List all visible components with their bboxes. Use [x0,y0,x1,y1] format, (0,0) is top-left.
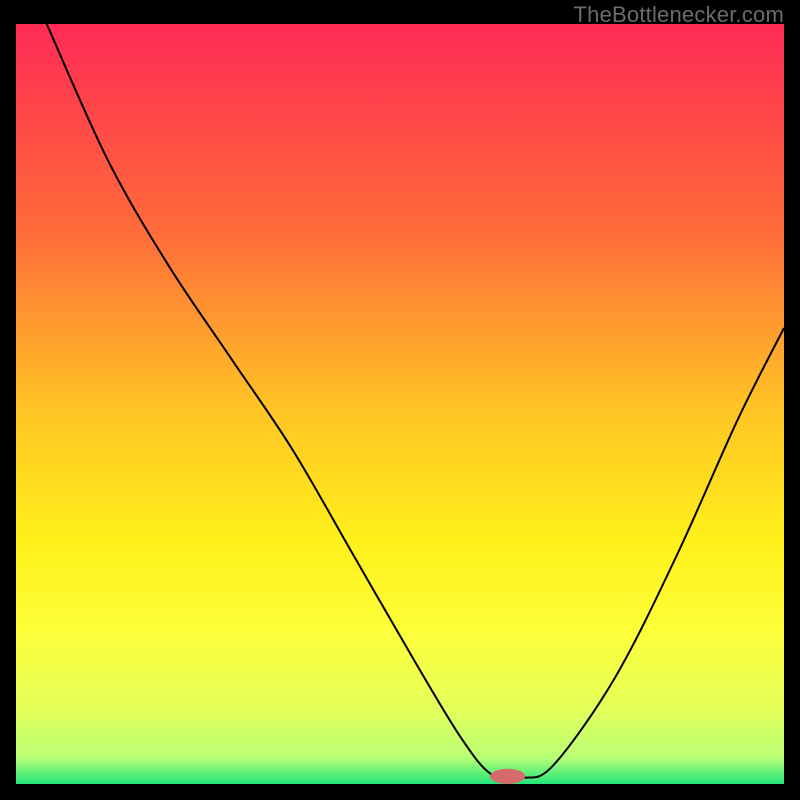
optimum-marker [490,769,525,784]
chart-frame [16,24,784,784]
chart-background [16,24,784,784]
bottleneck-chart [16,24,784,784]
